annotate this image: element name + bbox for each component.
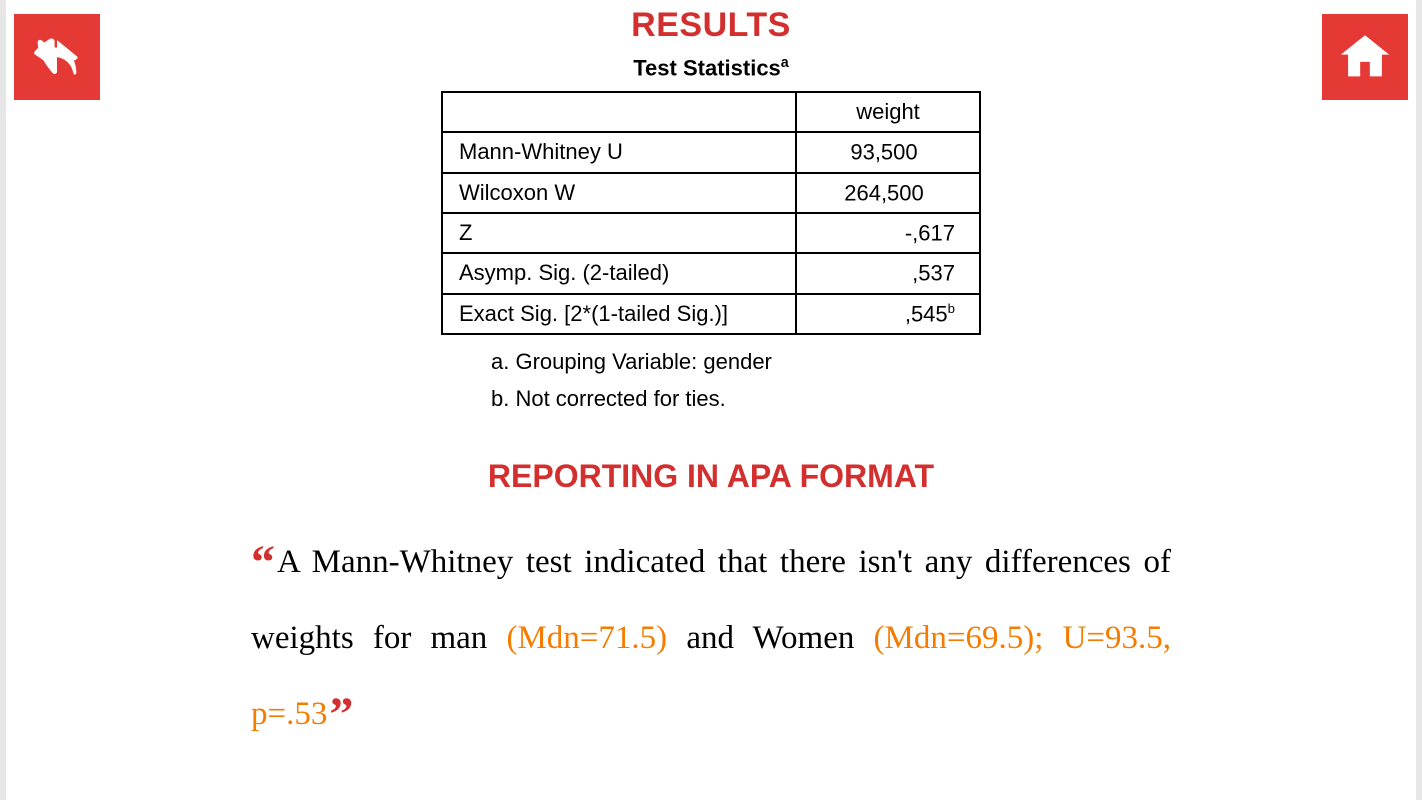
table-row: Asymp. Sig. (2-tailed) ,537 [442,253,980,293]
table-caption-sup: a [781,55,789,71]
footnote-a: a. Grouping Variable: gender [491,343,991,380]
quote-open-icon: “ [251,536,275,589]
footnotes: a. Grouping Variable: gender b. Not corr… [431,343,991,418]
table-caption: Test Statisticsa [131,55,1291,81]
page-root: RESULTS Test Statisticsa weight Mann-Whi… [0,0,1422,800]
row-label: Exact Sig. [2*(1-tailed Sig.)] [442,294,796,334]
apa-text-2: and Women [667,620,873,656]
row-label: Mann-Whitney U [442,132,796,172]
results-title: RESULTS [131,6,1291,45]
table-caption-text: Test Statistics [633,55,781,80]
row-label: Asymp. Sig. (2-tailed) [442,253,796,293]
left-border [0,0,6,800]
test-statistics-table: weight Mann-Whitney U 93,500 Wilcoxon W … [441,91,981,335]
row-label: Z [442,213,796,253]
back-icon [28,28,86,86]
row-value: 264,500 [796,173,980,213]
table-header-row: weight [442,92,980,132]
home-icon [1336,28,1394,86]
quote-close-icon: ” [329,688,353,741]
weight-header: weight [796,92,980,132]
table-row: Mann-Whitney U 93,500 [442,132,980,172]
footnote-b: b. Not corrected for ties. [491,380,991,417]
row-value: ,545b [796,294,980,334]
table-row: Exact Sig. [2*(1-tailed Sig.)] ,545b [442,294,980,334]
apa-title: REPORTING IN APA FORMAT [131,458,1291,495]
home-button[interactable] [1322,14,1408,100]
row-value: -,617 [796,213,980,253]
back-button[interactable] [14,14,100,100]
apa-paragraph: “A Mann-Whitney test indicated that ther… [131,525,1291,753]
table-row: Z -,617 [442,213,980,253]
row-value: ,537 [796,253,980,293]
apa-mdn-1: (Mdn=71.5) [506,620,667,656]
row-value: 93,500 [796,132,980,172]
blank-header [442,92,796,132]
table-row: Wilcoxon W 264,500 [442,173,980,213]
row-label: Wilcoxon W [442,173,796,213]
main-content: RESULTS Test Statisticsa weight Mann-Whi… [131,6,1291,752]
right-border [1416,0,1422,800]
